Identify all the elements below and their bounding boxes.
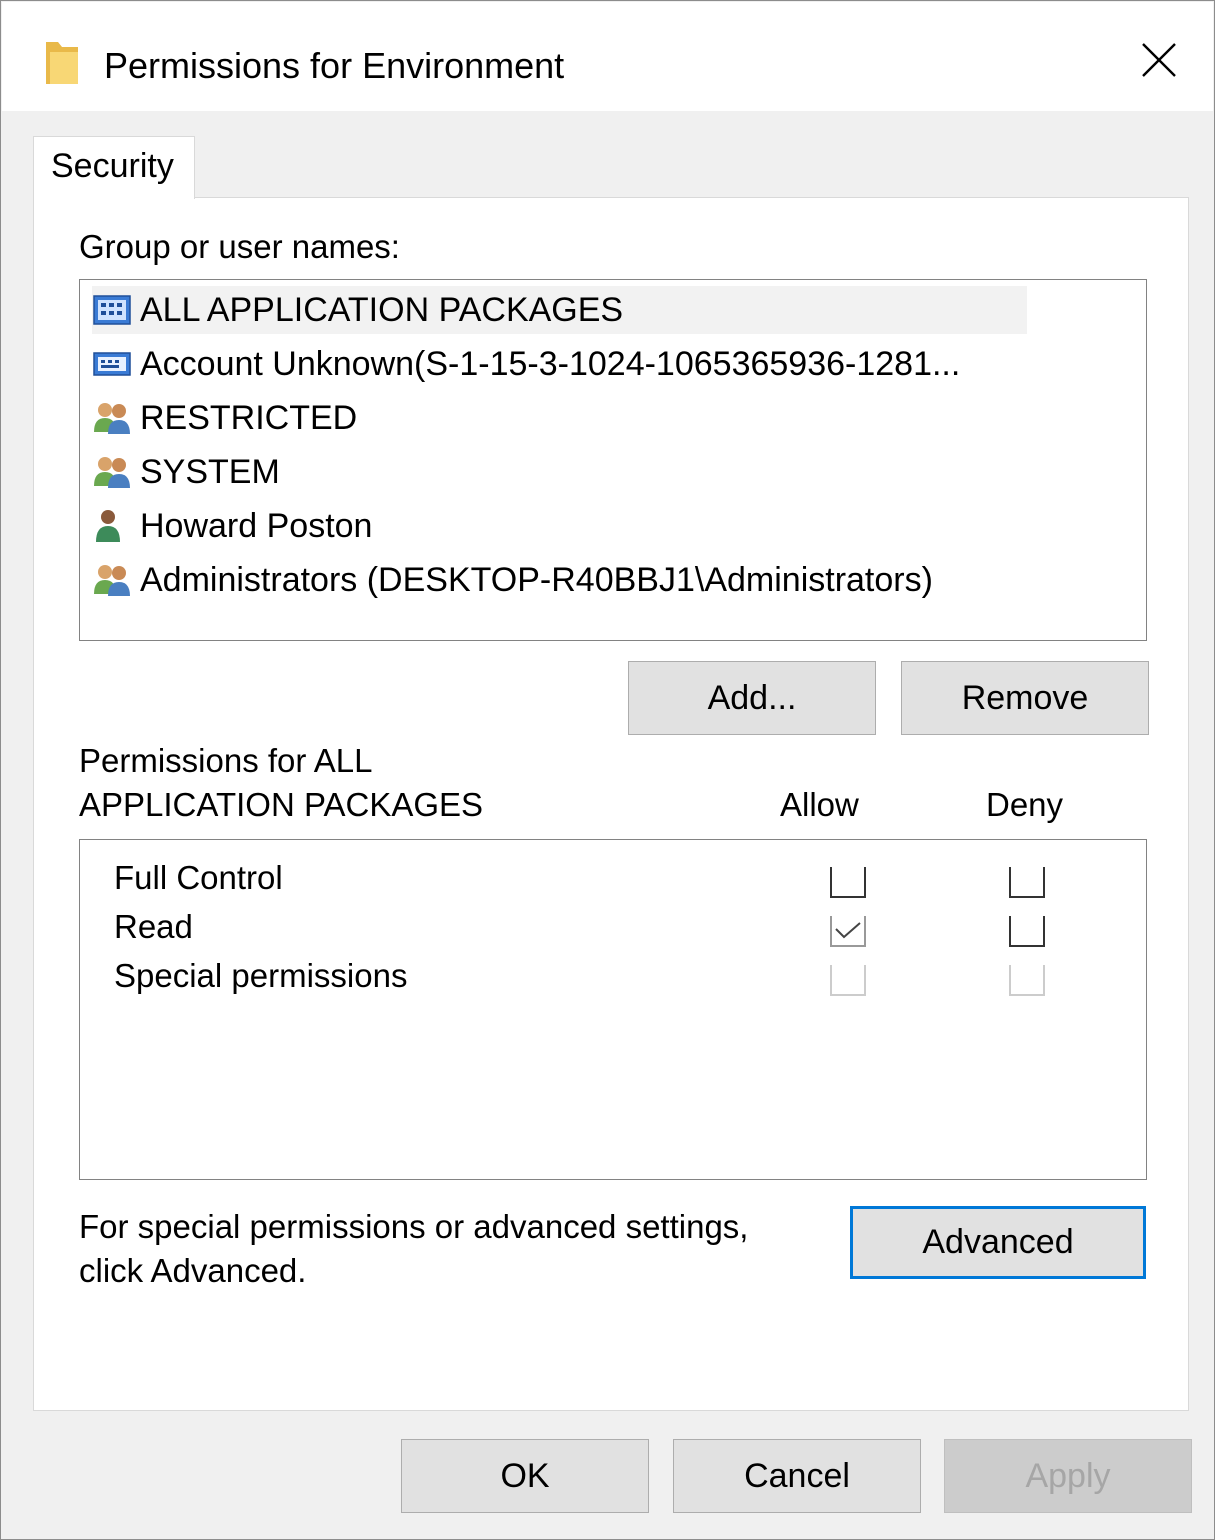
apply-button: Apply [944,1439,1192,1513]
read-allow-checkbox[interactable] [830,915,866,947]
ok-button[interactable]: OK [401,1439,649,1513]
cancel-button[interactable]: Cancel [673,1439,921,1513]
window-title: Permissions for Environment [104,45,565,86]
list-item-label: Howard Poston [140,507,373,545]
permissions-list: Full Control Read Special permissions [79,839,1147,1180]
list-item-label: Administrators (DESKTOP-R40BBJ1\Administ… [140,561,933,599]
list-item-label: SYSTEM [140,453,280,491]
folder-icon [44,40,80,86]
special-allow-checkbox [830,964,866,996]
user-icon [92,506,140,546]
list-item[interactable]: SYSTEM [92,448,1027,496]
advanced-button[interactable]: Advanced [850,1206,1146,1279]
permission-row-full-control: Full Control [80,856,1146,904]
permission-row-read: Read [80,905,1146,953]
group-icon [92,452,140,492]
read-deny-checkbox[interactable] [1009,915,1045,947]
close-button[interactable] [1114,22,1204,102]
unknown-account-icon [92,344,140,384]
permissions-header-line1: Permissions for ALL [79,742,373,779]
list-item[interactable]: ALL APPLICATION PACKAGES [92,286,1027,334]
title-bar: Permissions for Environment [2,2,1213,111]
full-control-deny-checkbox[interactable] [1009,866,1045,898]
group-icon [92,560,140,600]
tab-security[interactable]: Security [33,136,195,199]
permissions-dialog: Permissions for Environment Security Gro… [0,0,1215,1540]
app-package-icon [92,290,140,330]
check-mark-icon [835,922,861,939]
group-user-list[interactable]: ALL APPLICATION PACKAGES Account Unknown… [79,279,1147,641]
close-icon [1140,41,1178,84]
list-item[interactable]: Account Unknown(S-1-15-3-1024-1065365936… [92,340,1027,388]
list-item[interactable]: Howard Poston [92,502,1027,550]
list-item-label: RESTRICTED [140,399,358,437]
permission-row-special: Special permissions [80,954,1146,1002]
permission-name: Full Control [114,859,283,896]
remove-button[interactable]: Remove [901,661,1149,735]
list-item[interactable]: Administrators (DESKTOP-R40BBJ1\Administ… [92,556,1027,604]
list-item-label: ALL APPLICATION PACKAGES [140,291,624,329]
deny-column-header: Deny [986,786,1064,823]
special-deny-checkbox [1009,964,1045,996]
permission-name: Special permissions [114,957,408,994]
group-names-label: Group or user names: [79,228,400,265]
add-button[interactable]: Add... [628,661,876,735]
advanced-hint-line2: click Advanced. [79,1252,307,1289]
tab-security-label: Security [51,147,174,185]
full-control-allow-checkbox[interactable] [830,866,866,898]
permission-name: Read [114,908,193,945]
list-item-label: Account Unknown(S-1-15-3-1024-1065365936… [140,345,961,383]
advanced-hint-line1: For special permissions or advanced sett… [79,1208,749,1245]
group-icon [92,398,140,438]
permissions-header-line2: APPLICATION PACKAGES [79,786,484,823]
list-item[interactable]: RESTRICTED [92,394,1027,442]
allow-column-header: Allow [780,786,859,823]
